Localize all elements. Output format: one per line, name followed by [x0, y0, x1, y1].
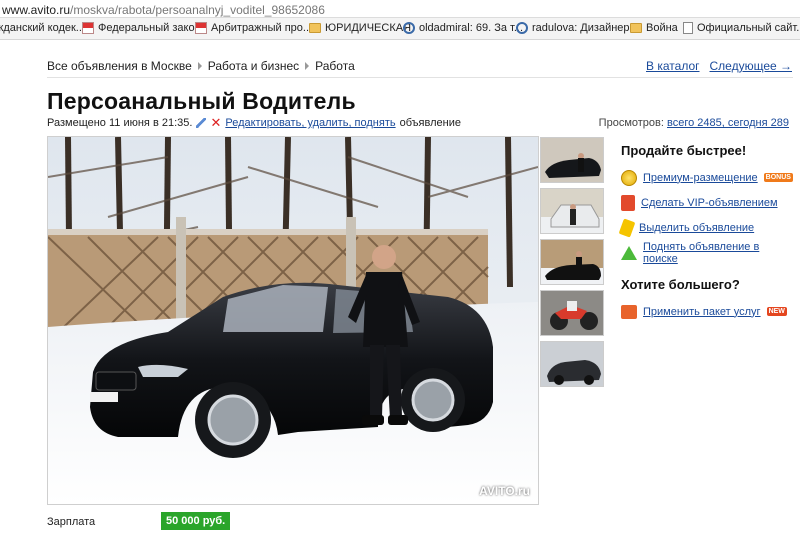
package-icon — [621, 304, 637, 319]
views-counter: Просмотров: всего 2485, сегодня 289 — [599, 117, 789, 129]
address-bar[interactable]: www.avito.ru/moskva/rabota/persoanalnyj_… — [0, 0, 800, 18]
delete-icon: ✕ — [210, 115, 222, 130]
next-listing-link[interactable]: Следующее → — [710, 59, 793, 73]
breadcrumb-all-listings[interactable]: Все объявления в Москве — [47, 59, 192, 73]
catalog-link[interactable]: В каталог — [646, 59, 699, 73]
bookmark-item[interactable]: oldadmiral: 69. За т... — [400, 19, 524, 37]
divider — [47, 77, 793, 78]
vip-listing-item[interactable]: Сделать VIP-объявлением — [621, 190, 796, 215]
bookmark-label: oldadmiral: 69. За т... — [419, 22, 524, 34]
page-icon — [683, 22, 693, 34]
promo-sidebar: Продайте быстрее! Премиум-размещение BON… — [618, 143, 796, 324]
vip-listing-link[interactable]: Сделать VIP-объявлением — [641, 197, 778, 209]
flag-icon — [195, 22, 207, 34]
arrow-up-icon — [621, 245, 637, 260]
bookmark-item[interactable]: жданский кодек... — [0, 22, 85, 34]
paperclip-icon — [400, 19, 418, 37]
bookmark-item[interactable]: Официальный сайт... — [683, 22, 800, 34]
listing-meta: Размещено 11 июня в 21:35. ✕ Редактирова… — [47, 115, 461, 130]
salary-badge: 50 000 руб. — [161, 512, 231, 530]
page-title: Персоанальный Водитель — [47, 88, 356, 114]
raise-listing-item[interactable]: Поднять объявление в поиске — [621, 240, 796, 265]
bookmark-label: жданский кодек... — [0, 22, 85, 34]
thumbnail-1[interactable] — [540, 137, 604, 183]
bookmarks-bar: жданский кодек... Федеральный зако... Ар… — [0, 18, 800, 40]
folder-icon — [309, 23, 321, 33]
bonus-badge: BONUS — [763, 173, 793, 182]
edit-suffix: объявление — [399, 117, 461, 129]
edit-listing-link[interactable]: Редактировать, удалить, поднять — [225, 117, 395, 129]
url-host: www.avito.ru — [2, 3, 71, 17]
breadcrumb: Все объявления в Москве Работа и бизнес … — [47, 59, 355, 73]
bookmark-item[interactable]: ЮРИДИЧЕСКАЯ — [309, 22, 411, 34]
marker-icon — [618, 217, 636, 238]
vip-icon — [621, 194, 635, 211]
url-path: /moskva/rabota/persoanalnyj_voditel_9865… — [70, 3, 325, 17]
want-more-heading: Хотите большего? — [621, 277, 740, 292]
bookmark-label: Арбитражный про... — [211, 22, 313, 34]
avito-watermark: AVITO.ru — [479, 484, 530, 498]
raise-listing-link[interactable]: Поднять объявление в поиске — [643, 241, 796, 265]
thumbnail-3[interactable] — [540, 239, 604, 285]
bookmark-item[interactable]: Арбитражный про... — [195, 22, 312, 34]
main-photo[interactable]: AVITO.ru — [47, 136, 539, 505]
thumbnail-2[interactable] — [540, 188, 604, 234]
bookmark-label: Федеральный зако... — [98, 22, 204, 34]
chevron-right-icon — [305, 62, 310, 70]
flag-icon — [82, 22, 94, 34]
bookmark-label: Официальный сайт... — [697, 22, 800, 34]
views-value[interactable]: всего 2485, сегодня 289 — [667, 117, 789, 129]
salary-label: Зарплата — [47, 516, 96, 528]
sell-faster-heading: Продайте быстрее! — [621, 143, 747, 158]
coin-icon — [621, 169, 637, 186]
photo-thumbnails — [540, 137, 604, 392]
bookmark-item[interactable]: Война — [630, 22, 678, 34]
chevron-right-icon — [197, 62, 202, 70]
new-badge: NEW — [766, 307, 787, 316]
views-label: Просмотров: — [598, 117, 664, 129]
service-package-item[interactable]: Применить пакет услуг NEW — [621, 299, 796, 324]
highlight-listing-link[interactable]: Выделить объявление — [639, 222, 754, 234]
bookmark-item[interactable]: radulova: Дизайнер... — [513, 19, 639, 37]
breadcrumb-work-business[interactable]: Работа и бизнес — [208, 59, 299, 73]
folder-icon — [630, 23, 642, 33]
breadcrumb-work[interactable]: Работа — [315, 59, 355, 73]
bookmark-label: radulova: Дизайнер... — [532, 22, 639, 34]
top-nav: В каталог Следующее → — [646, 59, 792, 73]
posted-date: Размещено 11 июня в 21:35. — [47, 117, 193, 129]
premium-placement-link[interactable]: Премиум-размещение — [643, 172, 758, 184]
bookmark-item[interactable]: Федеральный зако... — [82, 22, 204, 34]
service-package-link[interactable]: Применить пакет услуг — [643, 306, 761, 318]
thumbnail-4[interactable] — [540, 290, 604, 336]
paperclip-icon — [513, 19, 531, 37]
premium-placement-item[interactable]: Премиум-размещение BONUS — [621, 165, 796, 190]
car-photo-illustration — [48, 137, 538, 504]
bookmark-label: Война — [646, 22, 678, 34]
thumbnail-5[interactable] — [540, 341, 604, 387]
bookmark-label: ЮРИДИЧЕСКАЯ — [325, 22, 412, 34]
highlight-listing-item[interactable]: Выделить объявление — [618, 215, 796, 240]
pencil-icon — [196, 118, 207, 128]
